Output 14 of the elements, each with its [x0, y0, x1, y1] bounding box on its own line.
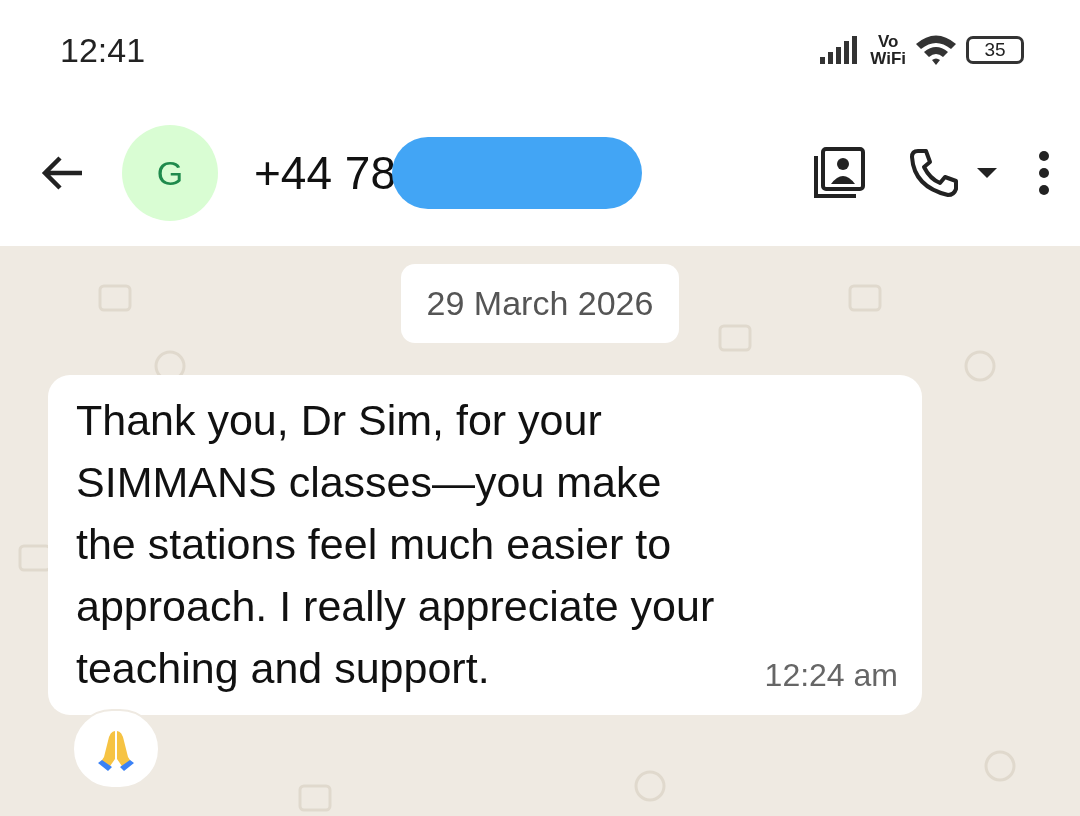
- network-label: Vo: [876, 33, 900, 50]
- caret-icon[interactable]: [976, 167, 998, 179]
- back-arrow-icon[interactable]: [40, 155, 84, 191]
- date-chip: 29 March 2026: [400, 264, 680, 343]
- network-label: WiFi: [870, 50, 906, 67]
- wifi-icon: [914, 33, 958, 67]
- clock-time: 12:41: [60, 29, 146, 71]
- message-text: Thank you, Dr Sim, for your SIMMANS classes—you make the stations feel much easier to approach. I really appreciate your teaching and support.: [76, 395, 716, 694]
- phone-icon[interactable]: [908, 147, 960, 199]
- battery-level: 35: [966, 36, 1024, 64]
- contact-avatar[interactable]: G: [122, 125, 218, 221]
- menu-icon[interactable]: [1038, 150, 1050, 196]
- message-time: 12:24 am: [764, 656, 898, 695]
- contact-phone-number[interactable]: +44 78: [254, 138, 396, 208]
